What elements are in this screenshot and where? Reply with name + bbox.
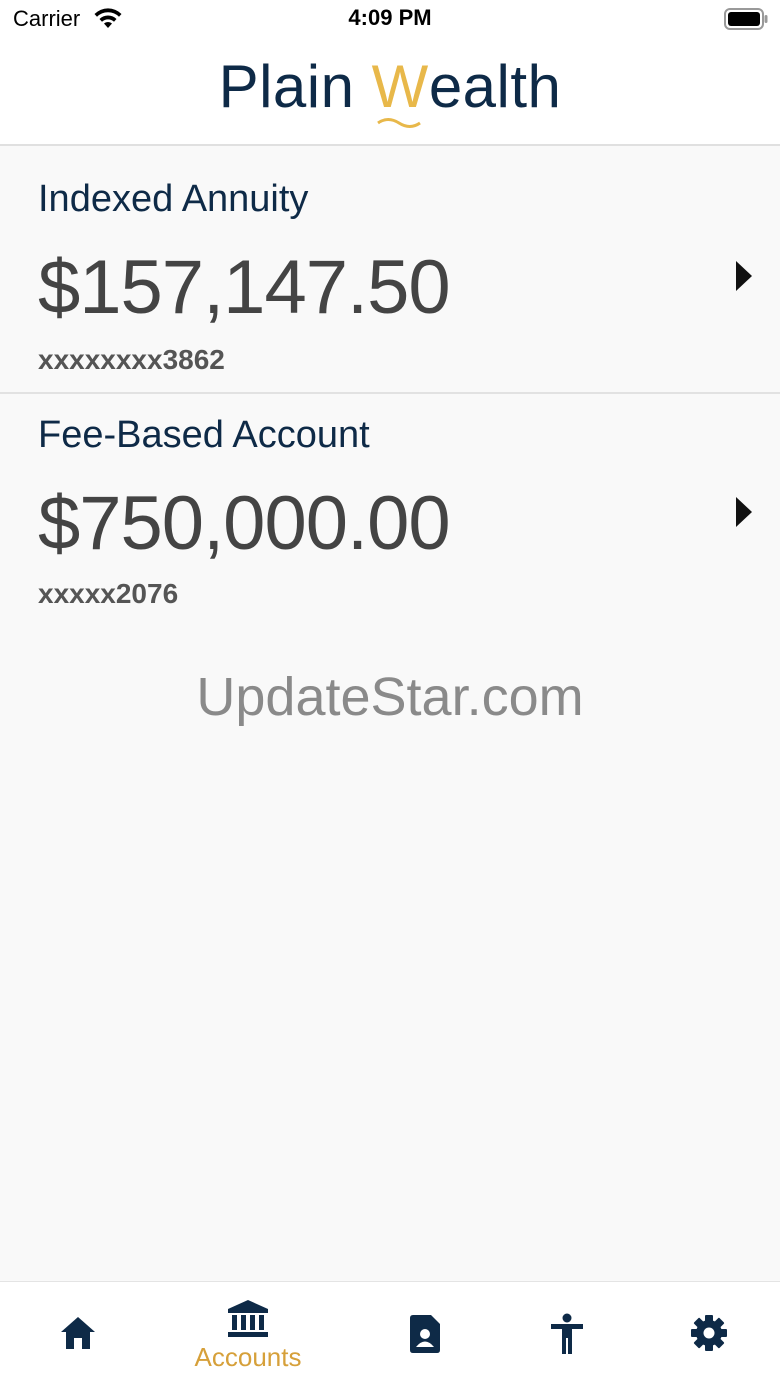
plain-wealth-logo: Plain Wealth <box>0 53 780 128</box>
watermark-text: UpdateStar.com <box>196 667 584 727</box>
logo-swoosh-icon <box>376 118 421 128</box>
document-icon <box>410 1315 440 1353</box>
account-number: xxxxx2076 <box>38 578 179 609</box>
logo-text-ealth: ealth <box>428 53 562 120</box>
chevron-right-icon[interactable] <box>735 496 753 528</box>
status-time: 4:09 PM <box>348 5 432 30</box>
account-name: Fee-Based Account <box>38 414 370 456</box>
account-number: xxxxxxxx3862 <box>38 344 225 375</box>
tab-bar: Accounts <box>0 1281 780 1388</box>
logo-text-w: W <box>372 53 429 128</box>
home-icon <box>61 1317 95 1349</box>
account-name: Indexed Annuity <box>38 178 309 220</box>
account-balance: $750,000.00 <box>38 481 451 566</box>
logo-text-plain: Plain <box>218 53 355 120</box>
gear-icon <box>691 1315 727 1351</box>
tab-accounts[interactable]: Accounts <box>170 1282 326 1388</box>
account-balance: $157,147.50 <box>38 245 451 330</box>
account-row-indexed-annuity[interactable]: Indexed Annuity $157,147.50 xxxxxxxx3862 <box>0 156 780 394</box>
tab-documents[interactable] <box>347 1282 503 1388</box>
status-bar: Carrier 4:09 PM <box>0 0 780 40</box>
account-row-fee-based[interactable]: Fee-Based Account $750,000.00 xxxxx2076 <box>0 392 780 628</box>
tab-home[interactable] <box>0 1282 156 1388</box>
app-header: Plain Wealth <box>0 40 780 146</box>
bank-icon <box>228 1300 268 1337</box>
tab-accessibility[interactable] <box>489 1282 645 1388</box>
tab-accounts-label: Accounts <box>194 1342 302 1372</box>
battery-icon <box>724 8 768 30</box>
chevron-right-icon[interactable] <box>735 260 753 292</box>
accessibility-icon <box>551 1313 583 1354</box>
tab-settings[interactable] <box>631 1282 780 1388</box>
